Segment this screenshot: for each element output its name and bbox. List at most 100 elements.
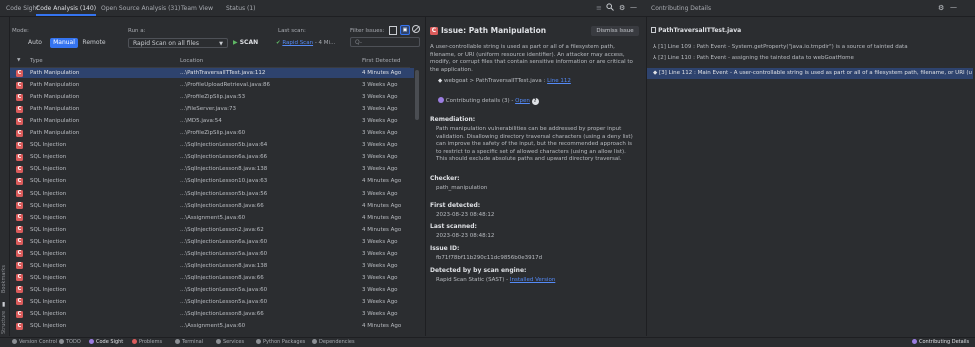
tab-open-source-analysis[interactable]: Open Source Analysis (31) [101,3,180,14]
remediation-label: Remediation: [430,116,476,123]
table-row[interactable]: C SQL Injection ...\SqlInjectionLesson5b.j… [10,189,414,199]
mode-remote-button[interactable]: Remote [80,38,108,48]
table-row[interactable]: C SQL Injection ...\SqlInjectionLesson6a.j… [10,152,414,162]
sort-icon[interactable]: ▼ [17,58,20,63]
cell-location: ...\SqlInjectionLesson5b.java:56 [180,190,268,197]
cell-location: ...\ProfileZipSlip.java:60 [180,130,246,137]
dismiss-issue-button[interactable]: Dismiss Issue [591,26,639,36]
table-row[interactable]: C SQL Injection ...\SqlInjectionLesson2.ja… [10,225,414,235]
cell-location: ...\SqlInjectionLesson8.java:66 [180,202,264,209]
scan-button[interactable]: ▶ SCAN [233,38,258,48]
table-row[interactable]: C SQL Injection ...\SqlInjectionLesson5a.j… [10,249,414,259]
table-row[interactable]: C SQL Injection ...\SqlInjectionLesson8.ja… [10,309,414,319]
cell-first-detected: 3 Weeks Ago [362,190,398,197]
col-type[interactable]: Type [30,58,43,64]
col-first-detected[interactable]: First Detected [362,58,401,64]
table-row[interactable]: C Path Manipulation ...\ProfileZipSlip.jav… [10,92,414,102]
settings-gear-icon[interactable]: ⚙ [938,4,944,12]
scan-engine-info: Rapid Scan Static (SAST) - Installed Ver… [436,277,555,285]
critical-severity-icon: C [16,177,23,185]
run-select[interactable]: Rapid Scan on all files ▼ [128,38,228,48]
gear-icon[interactable]: ⚙ [619,4,625,12]
table-scrollbar-thumb[interactable] [415,70,419,120]
installed-version-link[interactable]: Installed Version [510,277,555,283]
cell-first-detected: 3 Weeks Ago [362,250,398,257]
remediation-text: Path manipulation vulnerabilities can be… [436,126,633,162]
diamond-icon: ◆ [438,78,443,84]
bookmarks-label[interactable]: Bookmarks [1,265,7,293]
filter-toggle-icon[interactable]: ▣ [400,25,410,35]
minimize-panel-icon[interactable]: — [950,3,957,11]
table-row[interactable]: C SQL Injection ...\Assignment5.java:60 4 M… [10,321,414,331]
cell-first-detected: 3 Weeks Ago [362,166,398,173]
table-row[interactable]: C SQL Injection ...\SqlInjectionLesson10.j… [10,176,414,186]
table-row[interactable]: C SQL Injection ...\SqlInjectionLesson8.ja… [10,164,414,174]
clear-filter-icon[interactable] [412,25,420,33]
table-row[interactable]: C Path Manipulation ...\PathTraversalITTes… [10,68,414,79]
critical-severity-icon: C [430,27,438,35]
table-row[interactable]: C Path Manipulation ...\ProfileZipSlip.jav… [10,128,414,138]
contributing-open-link[interactable]: Open [515,98,530,104]
issue-description: A user-controllable string is used as pa… [430,44,633,73]
issue-location-text: webgoat > PathTraversalITTest.java : [443,78,546,84]
cell-type: SQL Injection [30,202,67,209]
cell-type: SQL Injection [30,286,67,293]
issue-location: ◆ webgoat > PathTraversalITTest.java : L… [438,78,571,84]
issue-title: Issue: Path Manipulation [441,26,547,35]
structure-label[interactable]: Structure [1,311,7,334]
last-scanned-label: Last scanned: [430,223,477,230]
cell-first-detected: 3 Weeks Ago [362,154,398,161]
table-row[interactable]: C SQL Injection ...\SqlInjectionLesson8.ja… [10,201,414,211]
checker-value: path_manipulation [436,185,488,191]
table-row[interactable]: C SQL Injection ...\SqlInjectionLesson5a.j… [10,297,414,307]
critical-severity-icon: C [16,165,23,173]
menu-lines-icon[interactable]: ≡ [596,4,602,12]
contributing-item[interactable]: ⅄ [1] Line 109 : Path Event - System.get… [647,42,973,53]
cell-location: ...\Assignment5.java:60 [180,214,246,221]
tab-code-sight[interactable]: Code Sight [6,3,39,14]
table-row[interactable]: C Path Manipulation ...\ProfileUploadRetri… [10,80,414,90]
cell-type: SQL Injection [30,166,67,173]
issue-location-link[interactable]: Line 112 [547,78,571,84]
path-event-icon: ⅄ [653,44,657,50]
tab-code-analysis[interactable]: Code Analysis (140) [36,3,97,16]
table-row[interactable]: C Path Manipulation ...\FileServer.java:73… [10,104,414,114]
terminal-icon [175,338,180,344]
cell-first-detected: 3 Weeks Ago [362,311,398,317]
issues-table-header: ▼ Type Location First Detected [10,57,410,68]
tab-status[interactable]: Status (1) [226,3,256,14]
critical-severity-icon: C [16,262,23,270]
contributing-item-selected[interactable]: ◆ [3] Line 112 : Main Event - A user-con… [647,68,973,79]
todo-label: TODO [66,339,81,345]
cell-first-detected: 3 Weeks Ago [362,82,398,89]
cell-first-detected: 4 Minutes Ago [362,323,402,330]
filter-input[interactable]: Q- [350,37,420,47]
tab-team-view[interactable]: Team View [181,3,213,14]
critical-severity-icon: C [16,105,23,113]
mode-manual-button[interactable]: Manual [50,38,78,48]
table-row[interactable]: C SQL Injection ...\SqlInjectionLesson5a.j… [10,285,414,295]
minimize-icon[interactable]: — [630,3,637,11]
last-scan-link[interactable]: Rapid Scan [282,40,313,46]
table-row[interactable]: C SQL Injection ...\Assignment5.java:60 4 M… [10,213,414,223]
contributing-item-text: [2] Line 110 : Path Event - assigning th… [658,55,854,61]
issue-details-panel: C Issue: Path Manipulation Dismiss Issue… [425,17,647,336]
cell-location: ...\SqlInjectionLesson8.java:138 [180,262,268,269]
table-row[interactable]: C SQL Injection ...\SqlInjectionLesson5b.j… [10,140,414,150]
table-row[interactable]: C Path Manipulation ...\MD5.java:54 3 Weeks… [10,116,414,126]
cell-type: Path Manipulation [30,70,80,76]
table-row[interactable]: C SQL Injection ...\SqlInjectionLesson8.ja… [10,261,414,271]
col-location[interactable]: Location [180,58,203,64]
cell-first-detected: 3 Weeks Ago [362,130,398,137]
cell-type: SQL Injection [30,154,67,161]
bookmark-icon[interactable]: ▮ [2,301,5,309]
search-icon[interactable] [606,3,614,13]
first-detected-label: First detected: [430,202,481,209]
mode-auto-button[interactable]: Auto [24,38,46,48]
table-row[interactable]: C SQL Injection ...\SqlInjectionLesson8.ja… [10,273,414,283]
file-filter-icon[interactable] [389,26,397,35]
table-row[interactable]: C SQL Injection ...\SqlInjectionLesson6a.j… [10,237,414,247]
help-icon[interactable]: ? [531,98,539,105]
cell-location: ...\SqlInjectionLesson8.java:66 [180,311,264,317]
contributing-item[interactable]: ⅄ [2] Line 110 : Path Event - assigning … [647,53,973,64]
